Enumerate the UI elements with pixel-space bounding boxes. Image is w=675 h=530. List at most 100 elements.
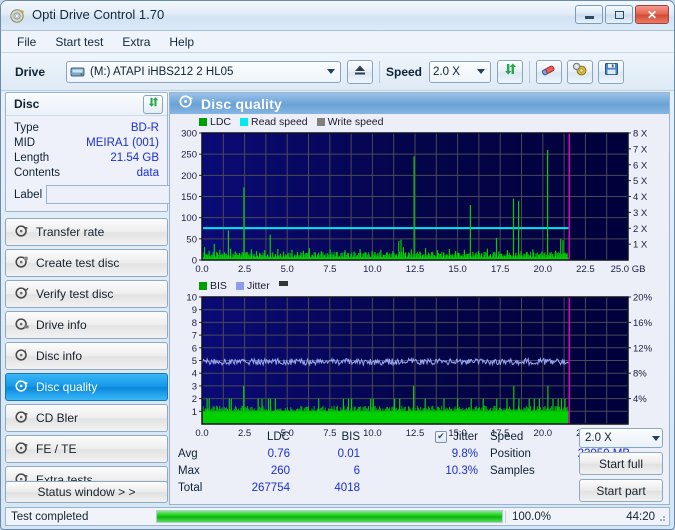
sidebar-item-label: Create test disc bbox=[36, 256, 120, 270]
maximize-button[interactable] bbox=[605, 5, 633, 24]
svg-text:25.0 GB: 25.0 GB bbox=[611, 264, 646, 275]
legend-swatch bbox=[240, 118, 249, 126]
disc-row-key: Length bbox=[14, 152, 50, 164]
content-panel: Disc quality LDC Read speed Write speed bbox=[169, 92, 670, 505]
speed-select[interactable]: 2.0 X bbox=[429, 60, 492, 83]
refresh-icon bbox=[503, 62, 518, 81]
chevron-down-icon bbox=[652, 435, 660, 441]
sidebar-item-disc-quality[interactable]: Disc quality bbox=[5, 373, 168, 401]
legend-swatch bbox=[316, 118, 325, 126]
toolbar-separator bbox=[379, 60, 380, 83]
stats-cell-ldc: 0.76 bbox=[267, 447, 290, 460]
menu-item-start-test[interactable]: Start test bbox=[46, 32, 112, 52]
progress-bar bbox=[156, 510, 503, 523]
svg-text:2.5: 2.5 bbox=[238, 264, 251, 275]
svg-text:6: 6 bbox=[192, 343, 197, 354]
sidebar-item-disc-info[interactable]: i Disc info bbox=[5, 342, 168, 370]
sidebar-item-label: Transfer rate bbox=[36, 225, 105, 239]
status-window-button[interactable]: Status window > > bbox=[5, 481, 168, 503]
disc-icon bbox=[10, 8, 26, 24]
save-button[interactable] bbox=[598, 59, 625, 84]
legend-label: Jitter bbox=[246, 280, 270, 292]
svg-text:7 X: 7 X bbox=[633, 144, 648, 155]
svg-text:5.0: 5.0 bbox=[281, 264, 294, 275]
sidebar-item-label: Drive info bbox=[36, 318, 87, 332]
legend-item-read-speed: Read speed bbox=[240, 116, 308, 128]
status-bar: Test completed 100.0% 44:20 bbox=[5, 507, 670, 526]
stats-cell-bis: 6 bbox=[353, 464, 360, 477]
menu-item-extra[interactable]: Extra bbox=[113, 32, 159, 52]
jitter-checkbox[interactable]: ✔ bbox=[435, 430, 448, 443]
sidebar-item-create-test-disc[interactable]: Create test disc bbox=[5, 249, 168, 277]
sidebar-item-verify-test-disc[interactable]: Verify test disc bbox=[5, 280, 168, 308]
svg-text:8%: 8% bbox=[633, 369, 647, 380]
refresh-button[interactable] bbox=[497, 59, 524, 84]
disc-speed-icon bbox=[15, 224, 29, 241]
bis-jitter-chart-svg: 123456789104%8%12%16%20%0.0 2.5 5.0 7.5 10.0… bbox=[186, 293, 652, 439]
sidebar-item-cd-bler[interactable]: CD Bler bbox=[5, 404, 168, 432]
legend-label: BIS bbox=[210, 280, 227, 292]
speed-label: Speed bbox=[386, 64, 423, 79]
ldc-chart[interactable]: 0 50 100 150 200 250 300 1 X2 X3 X4 X5 X6 X7 X8… bbox=[170, 129, 669, 277]
minimize-button[interactable] bbox=[575, 5, 603, 24]
menu-bar: File Start test Extra Help bbox=[1, 31, 674, 53]
sidebar-item-label: CD Bler bbox=[36, 411, 79, 425]
start-full-button[interactable]: Start full bbox=[579, 452, 663, 475]
svg-text:2: 2 bbox=[192, 394, 197, 405]
close-button[interactable]: ✕ bbox=[635, 5, 669, 24]
bis-chart-legend: BIS Jitter bbox=[170, 277, 669, 293]
chevron-down-icon bbox=[473, 62, 488, 82]
drive-select-value: (M:) ATAPI iHBS212 2 HL05 bbox=[90, 65, 234, 78]
sidebar-item-fe-te[interactable]: FE / TE bbox=[5, 435, 168, 463]
stats-header-jitter: Jitter bbox=[453, 430, 478, 443]
legend-swatch bbox=[199, 282, 207, 290]
eject-button[interactable] bbox=[347, 59, 373, 84]
stats-header-ldc: LDC bbox=[266, 430, 290, 443]
ldc-chart-svg: 0501001502002503001 X2 X3 X4 X5 X6 X7 X8… bbox=[181, 129, 648, 275]
stats-row-max: Max 260 6 10.3% Samples 350105 bbox=[178, 462, 630, 479]
disc-panel-header: Disc bbox=[6, 93, 167, 116]
disc-quality-icon bbox=[15, 379, 29, 396]
legend-item-write-speed: Write speed bbox=[316, 116, 384, 128]
disc-row-value: BD-R bbox=[130, 122, 159, 134]
svg-text:9: 9 bbox=[192, 305, 197, 316]
drive-info-icon bbox=[15, 317, 29, 334]
erase-button[interactable] bbox=[536, 59, 563, 84]
start-part-button[interactable]: Start part bbox=[579, 479, 663, 502]
status-message: Test completed bbox=[11, 510, 89, 523]
svg-text:7: 7 bbox=[192, 331, 197, 342]
disc-row-length: Length 21.54 GB bbox=[14, 151, 159, 166]
svg-text:50: 50 bbox=[186, 234, 197, 245]
disc-panel-title: Disc bbox=[14, 97, 40, 111]
svg-text:1: 1 bbox=[192, 407, 197, 418]
toolbar-separator bbox=[529, 60, 531, 83]
disc-info-list: Type BD-R MID MEIRA1 (001) Length 21.54 … bbox=[6, 116, 247, 211]
svg-text:4: 4 bbox=[192, 369, 197, 380]
settings-button[interactable] bbox=[567, 59, 594, 84]
test-speed-select[interactable]: 2.0 X bbox=[579, 428, 663, 448]
progress-percent: 100.0% bbox=[505, 510, 577, 523]
stats-row-label: Avg bbox=[178, 447, 198, 460]
drive-select[interactable]: (M:) ATAPI iHBS212 2 HL05 bbox=[66, 60, 341, 83]
svg-text:4%: 4% bbox=[633, 394, 647, 405]
disc-panel: Disc Type BD-R MID MEIRA1 (001) Length 2… bbox=[5, 92, 247, 212]
sidebar-item-transfer-rate[interactable]: Transfer rate bbox=[5, 218, 168, 246]
sidebar-item-label: Disc quality bbox=[36, 380, 98, 394]
sidebar-item-drive-info[interactable]: Drive info bbox=[5, 311, 168, 339]
svg-text:5 X: 5 X bbox=[633, 176, 648, 187]
svg-text:150: 150 bbox=[181, 192, 197, 203]
legend-item-ldc: LDC bbox=[199, 116, 231, 128]
disc-refresh-button[interactable] bbox=[143, 94, 163, 114]
svg-text:3 X: 3 X bbox=[633, 208, 648, 219]
legend-label: Read speed bbox=[251, 116, 308, 128]
stats-row-total: Total 267754 4018 bbox=[178, 479, 630, 496]
resize-grip[interactable] bbox=[656, 512, 666, 522]
page-title: Disc quality bbox=[201, 95, 282, 112]
disc-row-value: data bbox=[136, 167, 159, 179]
disc-row-contents: Contents data bbox=[14, 166, 159, 181]
menu-item-file[interactable]: File bbox=[8, 32, 45, 52]
bis-jitter-chart[interactable]: 1 2 3 4 5 6 7 8 9 10 4% 8% 12% 16% 20% 0.0 2.5 5.0 7.5 10.0… bbox=[170, 293, 669, 441]
drive-hdd-icon bbox=[70, 65, 85, 79]
svg-text:6 X: 6 X bbox=[633, 160, 648, 171]
menu-item-help[interactable]: Help bbox=[160, 32, 203, 52]
